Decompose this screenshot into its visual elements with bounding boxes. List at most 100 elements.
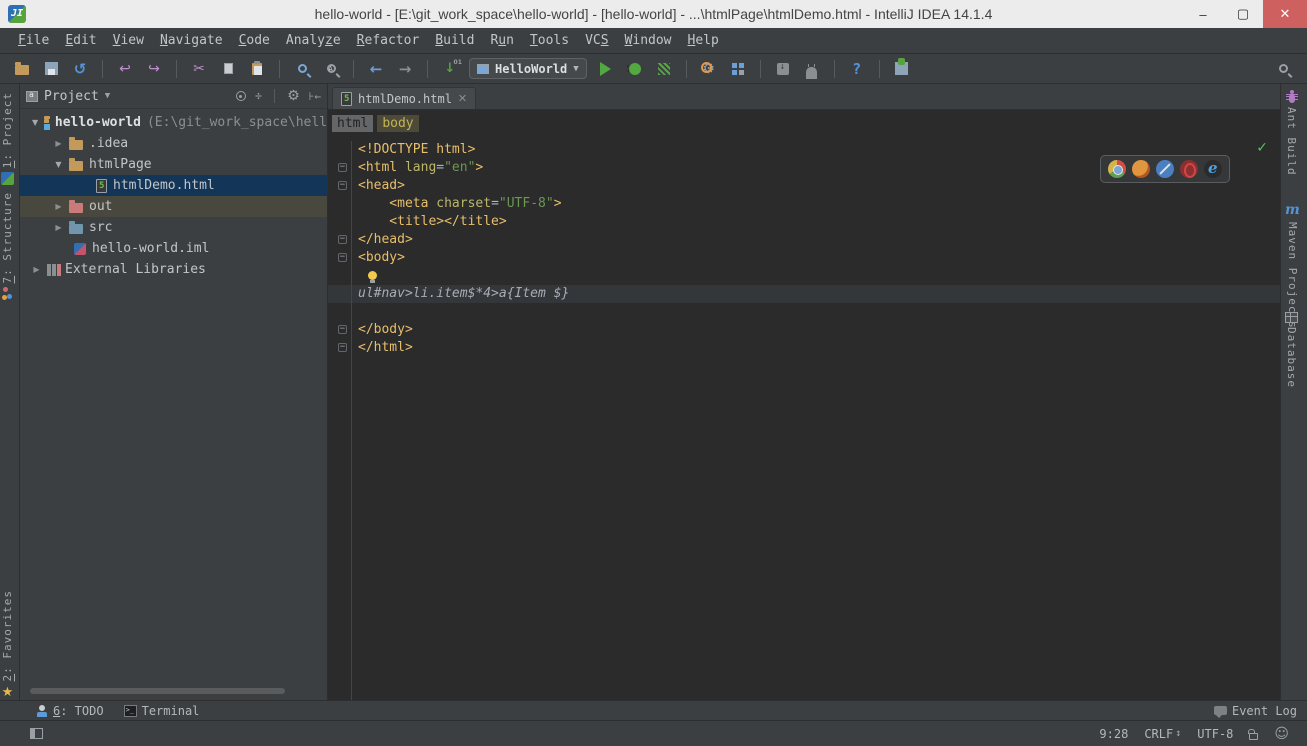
code-line-11[interactable]: −</body> xyxy=(328,321,1280,339)
code-line-8[interactable] xyxy=(328,267,1280,285)
help-button[interactable]: ? xyxy=(847,59,867,79)
tree-row-src-folder[interactable]: ▶ src xyxy=(20,217,327,238)
sidebar-item-maven-projects[interactable]: m Maven Projects xyxy=(1285,202,1300,329)
sidebar-item-ant-build[interactable]: Ant Build xyxy=(1285,94,1298,176)
code-line-6[interactable]: −</head> xyxy=(328,231,1280,249)
maximize-button[interactable]: ▢ xyxy=(1223,0,1263,28)
tree-row-external-libraries[interactable]: ▶ External Libraries xyxy=(20,259,327,280)
menu-window[interactable]: Window xyxy=(617,30,680,51)
opera-browser-icon[interactable] xyxy=(1180,160,1198,178)
breadcrumb-body[interactable]: body xyxy=(377,115,418,132)
chevron-down-icon[interactable]: ▼ xyxy=(105,91,110,101)
android-device-monitor-button[interactable] xyxy=(802,59,822,79)
hide-panel-icon[interactable]: ⊦← xyxy=(309,90,321,103)
tree-row-htmldemo-file[interactable]: htmlDemo.html xyxy=(20,175,327,196)
tree-row-project-root[interactable]: ▼ hello-world (E:\git_work_space\hell xyxy=(20,112,327,133)
back-button[interactable]: ← xyxy=(366,59,386,79)
undo-button[interactable]: ↩ xyxy=(115,59,135,79)
code-empty-space[interactable] xyxy=(328,357,1280,700)
fold-marker-icon[interactable]: − xyxy=(338,325,347,334)
firefox-browser-icon[interactable] xyxy=(1132,160,1150,178)
synchronize-button[interactable]: ↺ xyxy=(70,59,90,79)
breadcrumb-html[interactable]: html xyxy=(332,115,373,132)
run-button[interactable] xyxy=(596,59,616,79)
readonly-lock-icon[interactable] xyxy=(1249,733,1258,740)
collapse-arrow-icon[interactable]: ▶ xyxy=(54,223,63,232)
fold-marker-icon[interactable]: − xyxy=(338,253,347,262)
run-configuration-select[interactable]: HelloWorld ▼ xyxy=(469,58,587,79)
sidebar-item-database[interactable]: Database xyxy=(1285,312,1298,388)
menu-run[interactable]: Run xyxy=(482,30,521,51)
chrome-browser-icon[interactable] xyxy=(1108,160,1126,178)
copy-button[interactable] xyxy=(218,59,238,79)
horizontal-scrollbar[interactable] xyxy=(30,688,285,694)
expand-arrow-icon[interactable]: ▼ xyxy=(32,118,38,127)
internet-explorer-browser-icon[interactable] xyxy=(1204,160,1222,178)
code-line-4[interactable]: <meta charset="UTF-8"> xyxy=(328,195,1280,213)
search-everywhere-button[interactable] xyxy=(1273,59,1293,79)
menu-analyze[interactable]: Analyze xyxy=(278,30,349,51)
menu-navigate[interactable]: Navigate xyxy=(152,30,231,51)
caret-position[interactable]: 9:28 xyxy=(1099,727,1128,741)
run-with-coverage-button[interactable] xyxy=(654,59,674,79)
terminal-tool-button[interactable]: Terminal xyxy=(114,704,210,718)
locate-file-icon[interactable] xyxy=(236,91,246,101)
tree-row-out-folder[interactable]: ▶ out xyxy=(20,196,327,217)
menu-edit[interactable]: Edit xyxy=(57,30,104,51)
debug-button[interactable] xyxy=(625,59,645,79)
code-editor[interactable]: ✓ <!DOCTYPE html> −<html lang="en"> −<he… xyxy=(328,137,1280,700)
toggle-toolwindows-icon[interactable] xyxy=(30,728,43,739)
intention-bulb-icon[interactable] xyxy=(368,271,377,280)
sdk-manager-button[interactable] xyxy=(773,59,793,79)
menu-view[interactable]: View xyxy=(105,30,152,51)
inspections-hector-icon[interactable]: ☺ xyxy=(1274,726,1289,742)
collapse-all-icon[interactable]: ÷ xyxy=(255,89,262,103)
menu-build[interactable]: Build xyxy=(427,30,482,51)
collapse-arrow-icon[interactable]: ▶ xyxy=(54,139,63,148)
sidebar-item-structure[interactable]: 7: Structure xyxy=(1,192,14,299)
close-tab-icon[interactable]: ✕ xyxy=(458,92,467,105)
fold-marker-icon[interactable]: − xyxy=(338,235,347,244)
fold-marker-icon[interactable]: − xyxy=(338,163,347,172)
tab-htmldemo[interactable]: htmlDemo.html ✕ xyxy=(332,87,476,109)
create-desktop-entry-button[interactable] xyxy=(892,59,912,79)
expand-arrow-icon[interactable]: ▼ xyxy=(54,160,63,169)
event-log-button[interactable]: Event Log xyxy=(1204,704,1307,718)
collapse-arrow-icon[interactable]: ▶ xyxy=(32,265,41,274)
close-button[interactable]: ✕ xyxy=(1263,0,1307,28)
code-line-10[interactable] xyxy=(328,303,1280,321)
safari-browser-icon[interactable] xyxy=(1156,160,1174,178)
paste-button[interactable] xyxy=(247,59,267,79)
menu-file[interactable]: File xyxy=(10,30,57,51)
code-line-9-current[interactable]: ul#nav>li.item$*4>a{Item $} xyxy=(328,285,1280,303)
replace-button[interactable] xyxy=(321,59,341,79)
settings-button[interactable]: ⚙ xyxy=(699,59,719,79)
panel-settings-gear-icon[interactable]: ⚙ xyxy=(287,88,300,104)
project-structure-button[interactable] xyxy=(728,59,748,79)
collapse-arrow-icon[interactable]: ▶ xyxy=(54,202,63,211)
minimize-button[interactable]: – xyxy=(1183,0,1223,28)
menu-refactor[interactable]: Refactor xyxy=(349,30,428,51)
tree-row-iml-file[interactable]: hello-world.iml xyxy=(20,238,327,259)
menu-tools[interactable]: Tools xyxy=(522,30,577,51)
generate-button[interactable]: ↓ xyxy=(440,59,460,79)
fold-marker-icon[interactable]: − xyxy=(338,343,347,352)
sidebar-item-favorites[interactable]: 2: Favorites ★ xyxy=(1,590,14,700)
inspection-status-icon[interactable]: ✓ xyxy=(1256,140,1268,156)
encoding-selector[interactable]: UTF-8 xyxy=(1197,727,1233,741)
code-line-12[interactable]: −</html> xyxy=(328,339,1280,357)
code-line-7[interactable]: −<body> xyxy=(328,249,1280,267)
find-button[interactable] xyxy=(292,59,312,79)
redo-button[interactable]: ↪ xyxy=(144,59,164,79)
save-all-button[interactable] xyxy=(41,59,61,79)
menu-code[interactable]: Code xyxy=(231,30,278,51)
menu-help[interactable]: Help xyxy=(680,30,727,51)
forward-button[interactable]: → xyxy=(395,59,415,79)
tree-row-htmlpage-folder[interactable]: ▼ htmlPage xyxy=(20,154,327,175)
menu-vcs[interactable]: VCS xyxy=(577,30,616,51)
fold-marker-icon[interactable]: − xyxy=(338,181,347,190)
cut-button[interactable]: ✂ xyxy=(189,59,209,79)
line-ending-selector[interactable]: CRLF↕ xyxy=(1144,727,1181,741)
todo-tool-button[interactable]: 6: TODO xyxy=(26,704,114,718)
code-line-5[interactable]: <title></title> xyxy=(328,213,1280,231)
